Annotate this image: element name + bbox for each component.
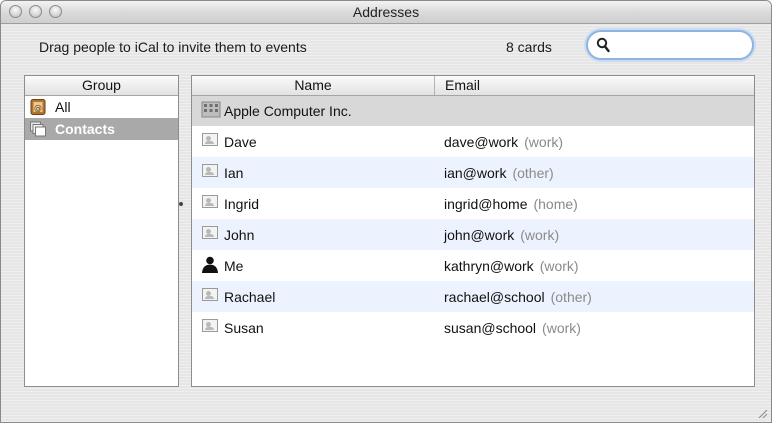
table-row[interactable]: Dave dave@work (work) bbox=[192, 126, 754, 157]
group-list: Group @ All Contacts bbox=[24, 75, 179, 387]
card-icon bbox=[202, 318, 218, 332]
card-icon bbox=[202, 287, 218, 301]
person-name: Susan bbox=[224, 319, 264, 336]
group-column-header[interactable]: Group bbox=[25, 76, 178, 96]
person-email: ingrid@home bbox=[444, 195, 528, 212]
card-count: 8 cards bbox=[506, 39, 552, 55]
resize-grip-icon[interactable] bbox=[756, 407, 768, 419]
person-name: Me bbox=[224, 257, 244, 274]
window-title: Addresses bbox=[352, 4, 420, 20]
person-email: ian@work bbox=[444, 164, 507, 181]
group-item-label: All bbox=[55, 99, 71, 115]
person-name: Ian bbox=[224, 164, 244, 181]
email-column-header[interactable]: Email bbox=[435, 76, 754, 95]
person-email: dave@work bbox=[444, 133, 519, 150]
me-person-icon bbox=[202, 256, 218, 273]
people-list-header: Name Email bbox=[192, 76, 754, 96]
search-field[interactable] bbox=[586, 30, 754, 60]
group-folder-icon bbox=[30, 121, 46, 137]
name-column-header[interactable]: Name bbox=[192, 76, 435, 95]
window-body: Drag people to iCal to invite them to ev… bbox=[1, 24, 771, 422]
group-item-contacts[interactable]: Contacts bbox=[25, 118, 178, 140]
table-row[interactable]: Ingrid ingrid@home (home) bbox=[179, 188, 754, 219]
group-item-label: Contacts bbox=[55, 121, 115, 137]
drag-hint-text: Drag people to iCal to invite them to ev… bbox=[39, 39, 307, 55]
person-email: rachael@school bbox=[444, 288, 545, 305]
person-email: susan@school bbox=[444, 319, 537, 336]
person-email: kathryn@work bbox=[444, 257, 534, 274]
person-name: Rachael bbox=[224, 288, 276, 305]
person-name: John bbox=[224, 226, 255, 243]
table-row[interactable]: John john@work (work) bbox=[192, 219, 754, 250]
email-type: (work) bbox=[524, 133, 564, 150]
building-icon bbox=[201, 101, 221, 118]
email-type: (work) bbox=[539, 257, 579, 274]
table-row[interactable]: Ian ian@work (other) bbox=[192, 157, 754, 188]
addresses-window: Addresses Drag people to iCal to invite … bbox=[0, 0, 772, 423]
title-bar[interactable]: Addresses bbox=[1, 1, 771, 24]
drag-indicator-dot bbox=[179, 201, 183, 206]
card-icon bbox=[202, 163, 218, 177]
email-type: (other) bbox=[550, 288, 592, 305]
company-name: Apple Computer Inc. bbox=[224, 103, 352, 119]
card-icon bbox=[202, 225, 218, 239]
person-name: Ingrid bbox=[224, 195, 260, 212]
card-icon bbox=[202, 132, 218, 146]
person-name: Dave bbox=[224, 133, 257, 150]
people-list: Name Email Apple Computer Inc. Dave dave… bbox=[179, 75, 755, 387]
search-icon bbox=[596, 37, 610, 53]
email-type: (home) bbox=[533, 195, 578, 212]
table-row[interactable]: Me kathryn@work (work) bbox=[192, 250, 754, 281]
svg-text:@: @ bbox=[34, 104, 42, 113]
email-type: (work) bbox=[542, 319, 581, 336]
table-row[interactable]: Rachael rachael@school (other) bbox=[192, 281, 754, 312]
card-icon bbox=[202, 194, 218, 208]
email-type: (work) bbox=[520, 226, 560, 243]
group-item-all[interactable]: @ All bbox=[25, 96, 178, 118]
search-input[interactable] bbox=[616, 36, 748, 56]
person-email: john@work bbox=[444, 226, 515, 243]
company-row[interactable]: Apple Computer Inc. bbox=[192, 96, 754, 126]
all-group-icon: @ bbox=[30, 99, 46, 115]
table-row[interactable]: Susan susan@school (work) bbox=[192, 312, 754, 343]
email-type: (other) bbox=[512, 164, 554, 181]
